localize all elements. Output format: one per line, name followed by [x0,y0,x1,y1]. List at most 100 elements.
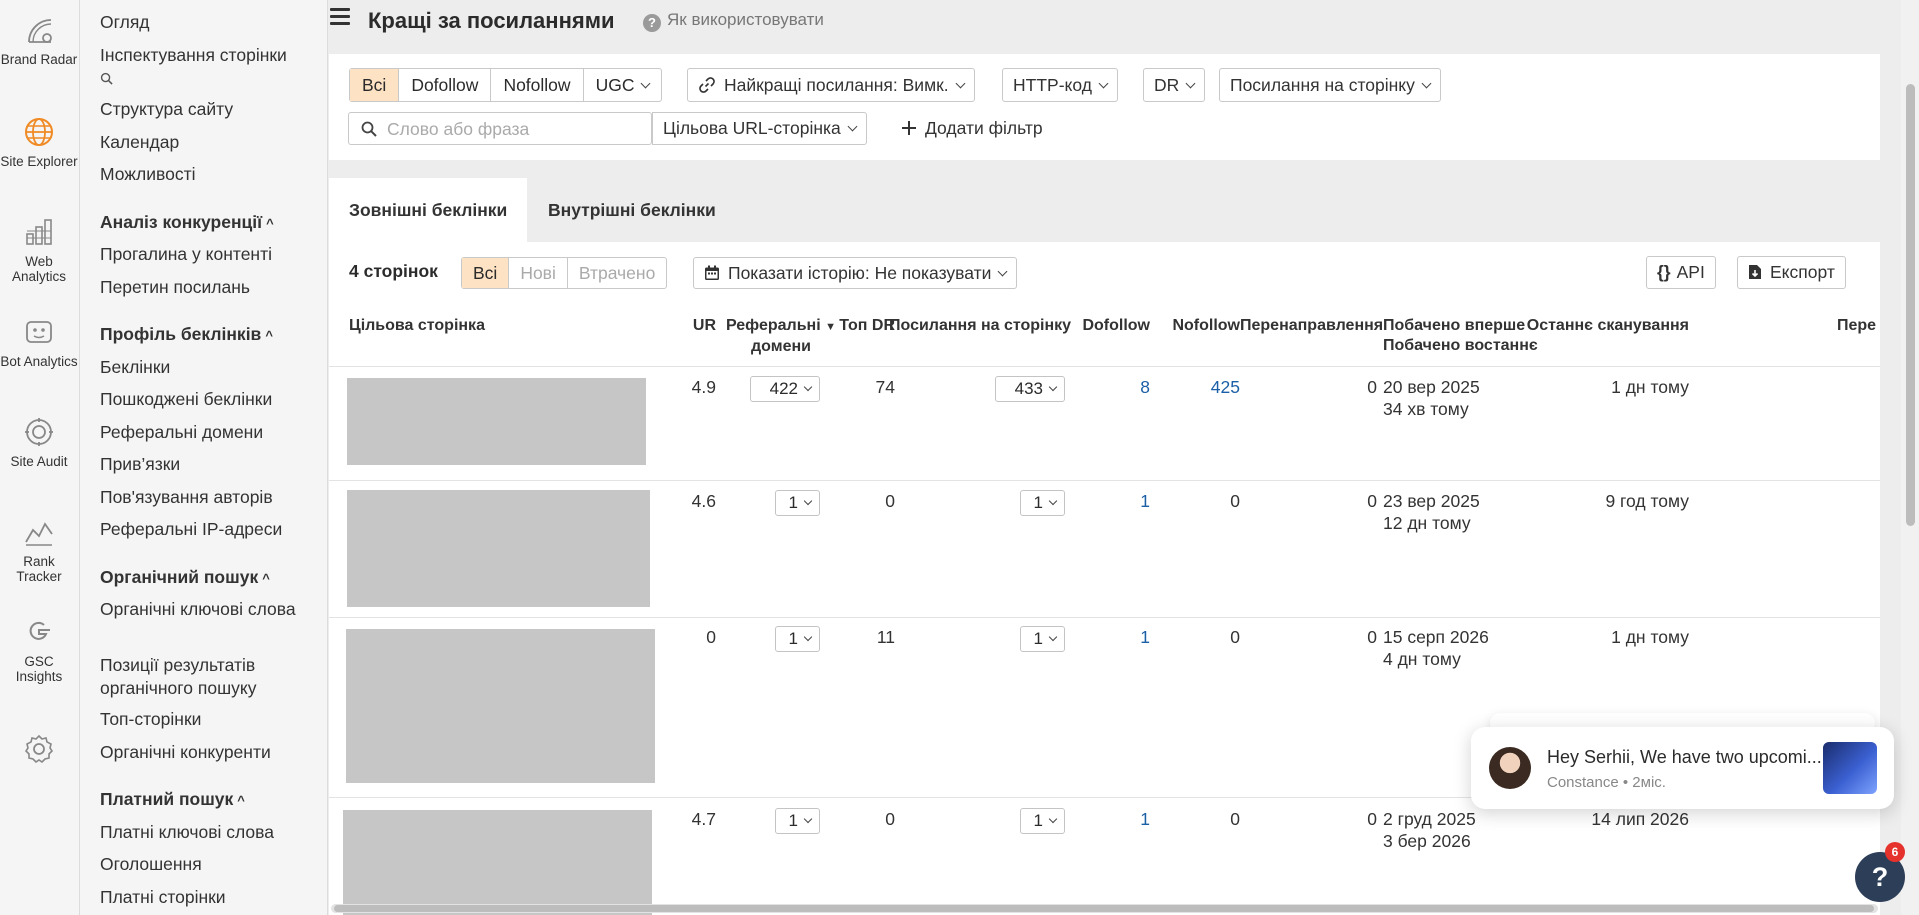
status-lost[interactable]: Втрачено [568,258,666,288]
rail-bot-analytics[interactable]: Bot Analytics [0,316,78,369]
cell-last-seen: 12 дн тому [1383,513,1471,533]
vertical-scrollbar[interactable] [1901,0,1919,915]
col-nofollow[interactable]: Nofollow [1150,316,1240,336]
links-dropdown[interactable]: 433 [995,376,1065,402]
scrollbar-thumb[interactable] [334,905,1874,912]
sidebar-item-ads[interactable]: Оголошення [100,853,202,876]
link-type-ugc[interactable]: UGC [584,69,662,101]
sidebar-item-author-links[interactable]: Пов'язування авторів [100,486,273,509]
history-dropdown[interactable]: Показати історію: Не показувати [693,257,1018,289]
chat-message: Hey Serhii, We have two upcomi... [1547,747,1822,767]
best-links-dropdown[interactable]: Найкращі посилання: Вимк. [687,68,975,102]
tab-internal-backlinks[interactable]: Внутрішні беклінки [528,178,736,242]
horizontal-scrollbar[interactable] [331,904,1878,913]
tab-external-backlinks[interactable]: Зовнішні беклінки [329,178,528,242]
dr-label: DR [1154,75,1180,95]
menu-icon[interactable] [330,8,350,28]
rail-site-explorer[interactable]: Site Explorer [0,116,78,169]
sidebar-item-anchors[interactable]: Прив’язки [100,453,180,476]
links-dropdown[interactable]: 1 [1020,490,1065,516]
sidebar-item-overview[interactable]: Огляд [100,11,150,34]
sidebar-item-calendar[interactable]: Календар [100,131,179,154]
add-filter-button[interactable]: Додати фільтр [901,112,1043,145]
rail-gsc-insights[interactable]: GSC Insights [0,616,78,684]
sidebar-item-organic-competitors[interactable]: Органічні конкуренти [100,741,271,764]
ref-domains-dropdown[interactable]: 1 [775,808,820,834]
col-ur[interactable]: UR [676,316,716,336]
search-field [348,112,652,145]
sidebar-item-page-inspect[interactable]: Інспектування сторінки [100,44,300,90]
history-label: Показати історію: Не показувати [728,263,992,283]
cell-dofollow[interactable]: 1 [1069,626,1150,648]
page-thumbnail[interactable] [347,378,646,465]
ref-domains-dropdown[interactable]: 422 [750,376,820,402]
link-type-dofollow[interactable]: Dofollow [399,69,492,101]
cell-dofollow[interactable]: 1 [1069,490,1150,512]
sidebar-item-ref-domains[interactable]: Реферальні домени [100,421,263,444]
col-dofollow[interactable]: Dofollow [1069,316,1150,336]
sidebar-item-organic-positions[interactable]: Позиції результатів органічного пошуку [100,654,305,700]
sidebar-item-content-gap[interactable]: Прогалина у контенті [100,243,272,266]
chevron-down-icon [1048,632,1058,642]
how-to-use-link[interactable]: ? Як використовувати [643,10,824,32]
google-g-icon [29,621,50,640]
sidebar-item-organic-keywords[interactable]: Органічні ключові слова [100,598,305,621]
link-type-all[interactable]: Всі [350,69,400,101]
title-row: Кращі за посиланнями ? Як використовувати [330,0,1900,42]
sidebar-item-top-pages[interactable]: Топ-сторінки [100,708,201,731]
sidebar-item-backlinks[interactable]: Беклінки [100,356,170,379]
table-toolbar: 4 сторінок Всі Нові Втрачено Показати іс… [329,242,1880,306]
cell-last-crawl: 9 год тому [1605,491,1689,511]
rail-settings[interactable] [0,733,78,771]
cell-last-crawl: 1 дн тому [1611,377,1689,397]
sidebar-section-competitors[interactable]: Аналіз конкуренції ^ [100,212,274,233]
col-links-per-page[interactable]: Посилання на сторінку [889,316,1071,336]
cell-dofollow[interactable]: 1 [1069,808,1150,830]
sidebar-item-ref-ips[interactable]: Реферальні IP-адреси [100,518,282,541]
api-button[interactable]: {} API [1646,256,1716,289]
rail-brand-radar[interactable]: Brand Radar [0,14,78,67]
col-ref-domains[interactable]: Реферальні ▼ домени [716,316,846,357]
cell-dofollow[interactable]: 8 [1069,376,1150,398]
link-type-nofollow[interactable]: Nofollow [491,69,584,101]
sidebar-item-paid-pages[interactable]: Платні сторінки [100,886,226,909]
links-dropdown[interactable]: 1 [1020,808,1065,834]
sidebar-item-paid-keywords[interactable]: Платні ключові слова [100,821,274,844]
search-input[interactable] [387,119,642,139]
page-thumbnail[interactable] [343,810,652,915]
page-thumbnail[interactable] [346,629,655,783]
col-first-seen[interactable]: Побачено вперше Побачено востаннє [1383,316,1538,356]
sidebar-item-link-intersect[interactable]: Перетин посилань [100,276,250,299]
chat-notification[interactable]: Hey Serhii, We have two upcomi... Consta… [1471,727,1894,809]
export-button[interactable]: Експорт [1737,256,1846,289]
links-dropdown[interactable]: 1 [1020,626,1065,652]
cell-nofollow[interactable]: 425 [1150,376,1240,398]
dr-dropdown[interactable]: DR [1143,68,1206,102]
scrollbar-thumb[interactable] [1906,84,1915,526]
links-value: 433 [1014,379,1043,398]
sidebar-item-opportunities[interactable]: Можливості [100,163,196,186]
rail-rank-tracker[interactable]: Rank Tracker [0,516,78,584]
http-code-dropdown[interactable]: HTTP-код [1002,68,1118,102]
target-url-dropdown[interactable]: Цільова URL-сторінка [652,112,867,145]
rail-web-analytics[interactable]: Web Analytics [0,216,78,284]
sidebar-section-paid[interactable]: Платний пошук ^ [100,789,245,810]
ref-domains-dropdown[interactable]: 1 [775,490,820,516]
page-thumbnail[interactable] [347,490,650,607]
status-new[interactable]: Нові [509,258,568,288]
sidebar-item-broken-backlinks[interactable]: Пошкоджені беклінки [100,388,272,411]
table-panel: 4 сторінок Всі Нові Втрачено Показати іс… [329,242,1880,915]
links-per-page-dropdown[interactable]: Посилання на сторінку [1219,68,1441,102]
status-all[interactable]: Всі [462,258,510,288]
sidebar-section-backlinks[interactable]: Профіль беклінків ^ [100,324,273,345]
rail-site-audit[interactable]: Site Audit [0,416,78,469]
col-next[interactable]: Пере [1837,316,1876,336]
sidebar-section-organic[interactable]: Органічний пошук ^ [100,567,270,588]
col-redirects[interactable]: Перенаправлення [1240,316,1383,336]
ref-domains-dropdown[interactable]: 1 [775,626,820,652]
col-last-crawl[interactable]: Останнє сканування [1519,316,1689,336]
col-target-page[interactable]: Цільова сторінка [349,316,485,336]
cell-nofollow: 0 [1230,809,1240,829]
col-top-dr[interactable]: Топ DR [835,316,895,336]
sidebar-item-site-structure[interactable]: Структура сайту [100,98,233,121]
